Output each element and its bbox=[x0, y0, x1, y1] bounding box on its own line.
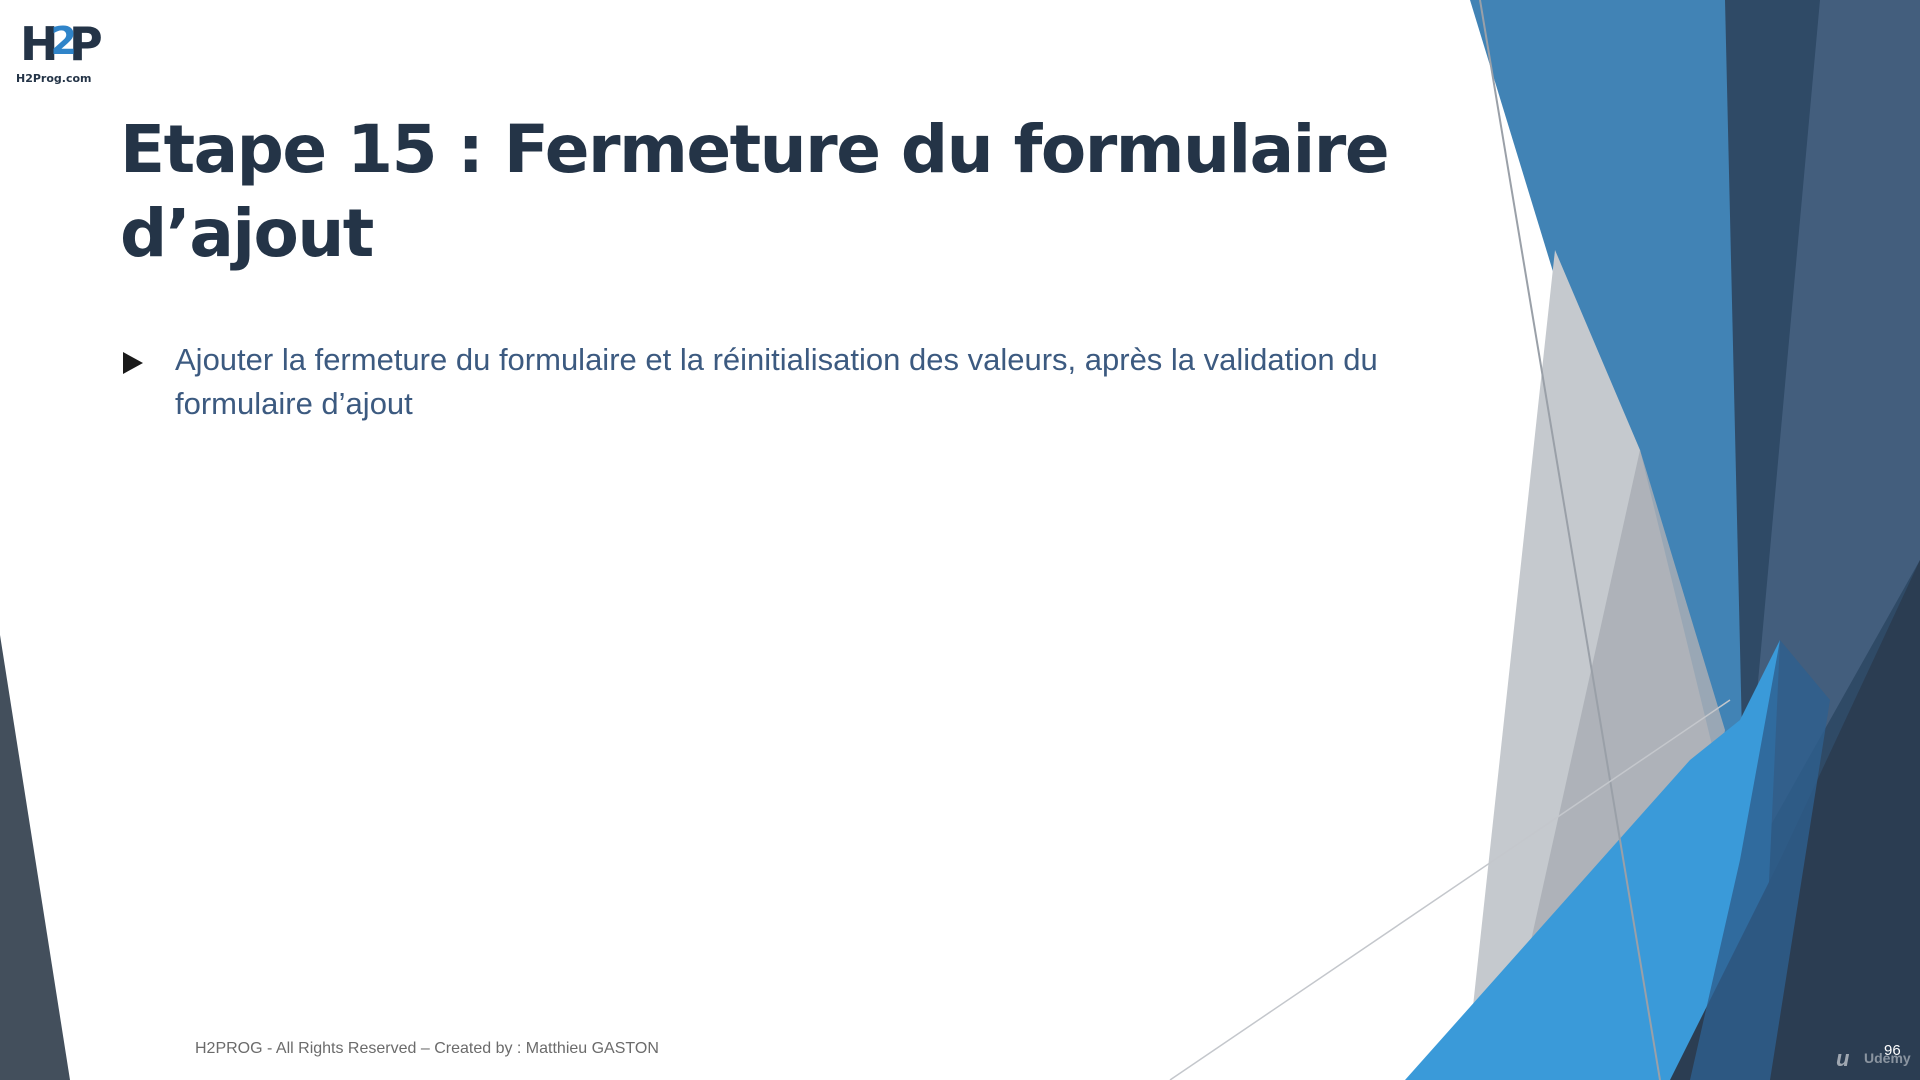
play-arrow-bullet-icon bbox=[123, 352, 143, 374]
logo-letter-p: P bbox=[68, 17, 103, 71]
slide: H2P H2Prog.com Etape 15 : Fermeture du f… bbox=[0, 0, 1920, 1080]
footer-copyright: H2PROG - All Rights Reserved – Created b… bbox=[195, 1040, 659, 1057]
logo-digit-2: 2 bbox=[50, 19, 78, 63]
bullet-list: Ajouter la fermeture du formulaire et la… bbox=[120, 338, 1490, 426]
bullet-item: Ajouter la fermeture du formulaire et la… bbox=[120, 338, 1490, 426]
slide-title-line-2: d’ajout bbox=[120, 195, 374, 272]
slide-title-line-1: Etape 15 : Fermeture du formulaire bbox=[120, 111, 1390, 188]
logo-mark: H2P bbox=[20, 17, 103, 71]
h2prog-logo: H2P H2Prog.com bbox=[16, 18, 103, 86]
bullet-text: Ajouter la fermeture du formulaire et la… bbox=[175, 342, 1378, 421]
udemy-logo-icon: u bbox=[1836, 1046, 1850, 1071]
slide-title: Etape 15 : Fermeture du formulaire d’ajo… bbox=[120, 108, 1400, 276]
logo-letter-h: H bbox=[20, 17, 58, 71]
page-number: 96 bbox=[1884, 1042, 1901, 1059]
logo-site-text: H2Prog.com bbox=[16, 72, 92, 85]
